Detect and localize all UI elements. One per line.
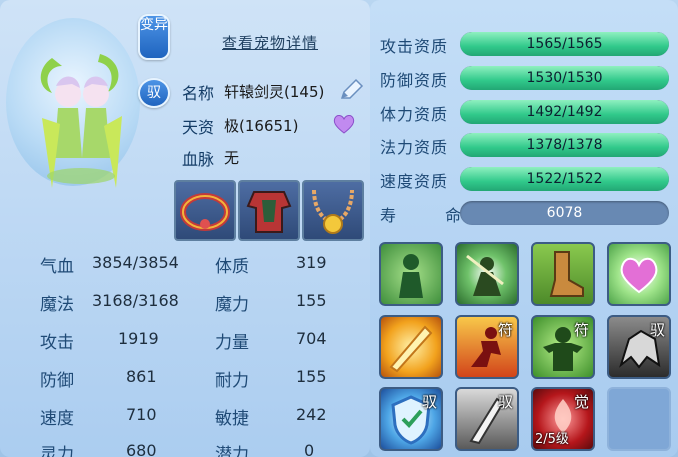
skill-slot-3[interactable] xyxy=(531,242,595,306)
potential-value: 0 xyxy=(304,441,315,457)
heart-skill-icon xyxy=(620,257,658,294)
skill-tag: 符 xyxy=(497,321,513,339)
agility-value: 242 xyxy=(296,405,327,424)
potential-label: 潜力 xyxy=(215,445,249,457)
lifespan-bar: 6078 xyxy=(460,201,669,225)
skill-tag: 驭 xyxy=(421,393,437,411)
spirit-value: 680 xyxy=(126,441,157,457)
defense-aptitude-bar: 1530/1530 xyxy=(460,66,669,90)
tame-badge: 驭 xyxy=(138,78,170,108)
rename-pencil-icon[interactable] xyxy=(338,78,364,102)
spirit-label: 灵力 xyxy=(40,445,74,457)
mp-value: 3168/3168 xyxy=(92,291,179,310)
constitution-label: 体质 xyxy=(215,257,249,277)
view-pet-details-link[interactable]: 查看宠物详情 xyxy=(222,32,318,53)
bloodline-label: 血脉 xyxy=(182,150,215,169)
necklace-equip-icon xyxy=(312,189,354,234)
green-warrior-skill-icon xyxy=(466,254,504,296)
skill-slot-2[interactable] xyxy=(455,242,519,306)
equipment-slot-armor[interactable] xyxy=(238,180,300,241)
heart-icon[interactable] xyxy=(333,114,355,134)
skill-slot-6[interactable]: 符 xyxy=(455,315,519,379)
attack-value: 1919 xyxy=(118,329,159,348)
attack-label: 攻击 xyxy=(40,333,74,353)
skill-slot-8[interactable]: 驭 xyxy=(607,315,671,379)
magic-aptitude-value: 1378/1378 xyxy=(526,137,603,153)
defense-label: 防御 xyxy=(40,371,74,391)
equipment-slot-necklace[interactable] xyxy=(302,180,364,241)
aptitude-value: 极(16651) xyxy=(224,117,299,135)
hp-value: 3854/3854 xyxy=(92,253,179,272)
stamina-aptitude-bar: 1492/1492 xyxy=(460,100,669,124)
speed-aptitude-bar: 1522/1522 xyxy=(460,167,669,191)
stamina-aptitude-value: 1492/1492 xyxy=(526,104,603,120)
skill-tag: 符 xyxy=(573,321,589,339)
attack-aptitude-bar: 1565/1565 xyxy=(460,32,669,56)
attack-aptitude-label: 攻击资质 xyxy=(380,37,449,56)
pet-name-value: 轩辕剑灵(145) xyxy=(224,83,325,101)
green-figure-skill-icon xyxy=(399,254,423,298)
name-label: 名称 xyxy=(182,84,215,103)
pet-portrait-icon xyxy=(40,54,122,188)
armor-equip-icon xyxy=(246,191,292,233)
lifespan-value: 6078 xyxy=(546,205,583,221)
variant-badge: 变异 xyxy=(138,14,170,60)
skill-slot-5[interactable] xyxy=(379,315,443,379)
skill-tag: 觉 xyxy=(573,393,589,411)
collar-equip-icon xyxy=(180,193,230,231)
equipment-slot-collar[interactable] xyxy=(174,180,236,241)
magic-power-value: 155 xyxy=(296,291,327,310)
magic-aptitude-label: 法力资质 xyxy=(380,138,449,157)
skill-slot-10[interactable]: 驭 xyxy=(455,387,519,451)
pet-attributes-screen: 变异 驭 查看宠物详情 名称 轩辕剑灵(145) 天资 极(16651) 血脉 … xyxy=(0,0,678,457)
speed-aptitude-label: 速度资质 xyxy=(380,172,449,191)
golden-blade-skill-icon xyxy=(389,325,433,373)
skill-slot-12[interactable] xyxy=(607,387,671,451)
pet-avatar[interactable] xyxy=(6,18,140,188)
skill-level: 2/5级 xyxy=(535,432,569,447)
aptitude-label: 天资 xyxy=(182,118,215,137)
boot-skill-icon xyxy=(549,251,584,297)
speed-label: 速度 xyxy=(40,409,74,429)
speed-aptitude-value: 1522/1522 xyxy=(526,171,603,187)
skill-tag: 驭 xyxy=(649,321,665,339)
magic-power-label: 魔力 xyxy=(215,295,249,315)
defense-aptitude-value: 1530/1530 xyxy=(526,70,603,86)
attack-aptitude-value: 1565/1565 xyxy=(526,36,603,52)
strength-label: 力量 xyxy=(215,333,249,353)
bloodline-value: 无 xyxy=(224,149,240,167)
constitution-value: 319 xyxy=(296,253,327,272)
skill-slot-1[interactable] xyxy=(379,242,443,306)
skill-slot-9[interactable]: 驭 xyxy=(379,387,443,451)
defense-aptitude-label: 防御资质 xyxy=(380,71,449,90)
skill-tag: 驭 xyxy=(497,393,513,411)
mp-label: 魔法 xyxy=(40,295,74,315)
endurance-label: 耐力 xyxy=(215,371,249,391)
endurance-value: 155 xyxy=(296,367,327,386)
empty-skill-slot xyxy=(609,389,669,449)
strength-value: 704 xyxy=(296,329,327,348)
speed-value: 710 xyxy=(126,405,157,424)
stamina-aptitude-label: 体力资质 xyxy=(380,105,449,124)
skill-slot-7[interactable]: 符 xyxy=(531,315,595,379)
hp-label: 气血 xyxy=(40,257,74,277)
agility-label: 敏捷 xyxy=(215,409,249,429)
defense-value: 861 xyxy=(126,367,157,386)
magic-aptitude-bar: 1378/1378 xyxy=(460,133,669,157)
skill-slot-11[interactable]: 觉 2/5级 xyxy=(531,387,595,451)
skill-slot-4[interactable] xyxy=(607,242,671,306)
